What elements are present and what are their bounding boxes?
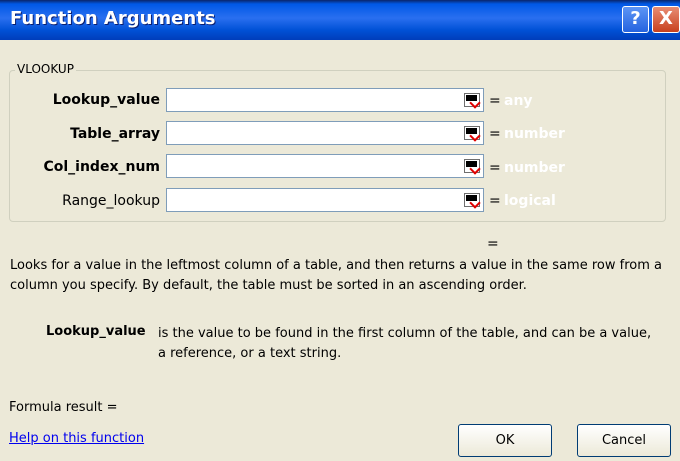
collapse-dialog-icon[interactable] (464, 193, 480, 207)
type-hint-number: number (504, 126, 565, 142)
function-result-equals: = (487, 236, 499, 252)
title-bar[interactable]: Function Arguments ? X (0, 0, 680, 40)
arg-label-lookup-value: Lookup_value (52, 92, 160, 108)
lookup-value-field[interactable] (166, 88, 484, 112)
formula-result-label: Formula result = (9, 400, 118, 415)
arg-label-col-index-num: Col_index_num (43, 159, 160, 175)
type-hint-number: number (504, 160, 565, 176)
table-array-field[interactable] (166, 121, 484, 145)
cancel-button[interactable]: Cancel (577, 424, 671, 457)
help-icon[interactable]: ? (622, 6, 649, 33)
collapse-dialog-icon[interactable] (464, 126, 480, 140)
equals-sign: = (489, 93, 501, 109)
equals-sign: = (489, 126, 501, 142)
help-on-function-link[interactable]: Help on this function (9, 431, 144, 446)
arg-label-range-lookup: Range_lookup (62, 193, 160, 209)
argument-help-text: is the value to be found in the first co… (158, 326, 652, 361)
table-array-input[interactable] (170, 123, 450, 144)
equals-sign: = (489, 160, 501, 176)
function-name-label: VLOOKUP (15, 62, 76, 76)
type-hint-any: any (504, 93, 533, 109)
range-lookup-field[interactable] (166, 188, 484, 212)
range-lookup-input[interactable] (170, 190, 450, 211)
collapse-dialog-icon[interactable] (464, 93, 480, 107)
function-arguments-dialog: Function Arguments ? X VLOOKUP Lookup_va… (0, 0, 680, 461)
type-hint-logical: logical (504, 193, 556, 209)
close-icon[interactable]: X (652, 6, 680, 33)
dialog-title: Function Arguments (10, 8, 216, 29)
arg-label-table-array: Table_array (70, 126, 160, 142)
equals-sign: = (489, 193, 501, 209)
ok-button[interactable]: OK (458, 424, 552, 457)
collapse-dialog-icon[interactable] (464, 159, 480, 173)
argument-help-name: Lookup_value (46, 324, 146, 339)
lookup-value-input[interactable] (170, 90, 450, 111)
col-index-num-input[interactable] (170, 156, 450, 177)
function-description: Looks for a value in the leftmost column… (10, 258, 662, 293)
col-index-num-field[interactable] (166, 154, 484, 178)
